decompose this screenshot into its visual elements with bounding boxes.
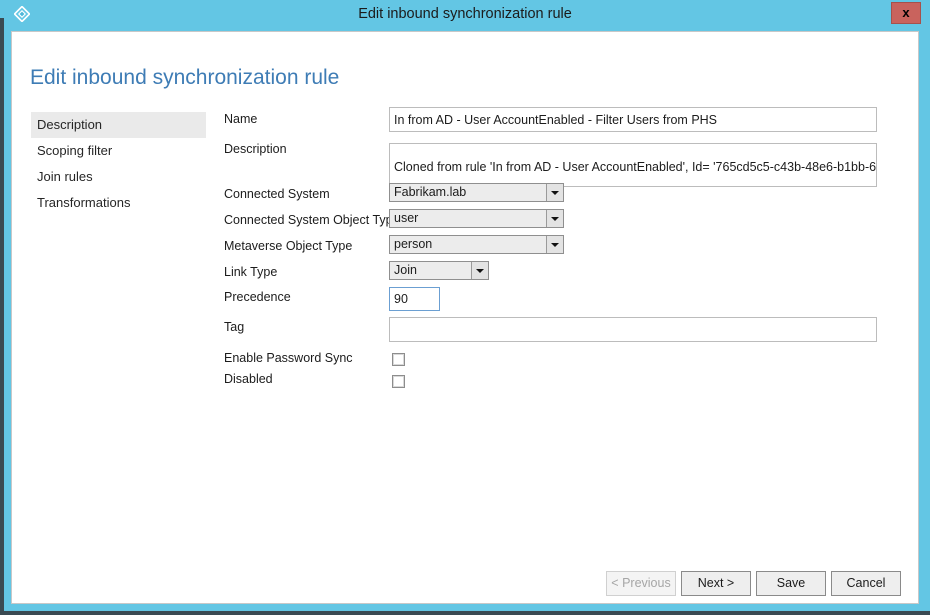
chevron-down-icon[interactable] [546, 236, 563, 253]
label-tag: Tag [224, 320, 245, 334]
save-button[interactable]: Save [756, 571, 826, 596]
precedence-input[interactable] [389, 287, 440, 311]
window-frame-left-edge [0, 18, 4, 615]
connected-system-object-type-dropdown[interactable]: user [389, 209, 564, 228]
dialog-content: Edit inbound synchronization rule Descri… [11, 31, 919, 604]
metaverse-object-type-dropdown[interactable]: person [389, 235, 564, 254]
label-connected-system-object-type: Connected System Object Type [224, 213, 400, 227]
link-type-dropdown[interactable]: Join [389, 261, 489, 280]
enable-password-sync-checkbox[interactable] [392, 353, 405, 366]
connected-system-dropdown[interactable]: Fabrikam.lab [389, 183, 564, 202]
label-disabled: Disabled [224, 372, 273, 386]
chevron-down-icon[interactable] [546, 210, 563, 227]
cancel-button[interactable]: Cancel [831, 571, 901, 596]
dialog-window: Edit inbound synchronization rule x Edit… [0, 0, 930, 615]
description-form: Name Description Connected System Fabrik… [12, 32, 918, 603]
label-name: Name [224, 112, 258, 126]
tag-input[interactable] [389, 317, 877, 342]
label-precedence: Precedence [224, 290, 291, 304]
metaverse-object-type-value: person [394, 237, 433, 251]
next-button[interactable]: Next > [681, 571, 751, 596]
disabled-checkbox[interactable] [392, 375, 405, 388]
connected-system-object-type-value: user [394, 211, 419, 225]
link-type-value: Join [394, 263, 417, 277]
label-metaverse-object-type: Metaverse Object Type [224, 239, 353, 253]
window-frame-bottom-edge [0, 611, 930, 615]
description-textarea[interactable] [389, 143, 877, 187]
connected-system-value: Fabrikam.lab [394, 185, 467, 199]
previous-button[interactable]: < Previous [606, 571, 676, 596]
label-connected-system: Connected System [224, 187, 330, 201]
chevron-down-icon[interactable] [546, 184, 563, 201]
label-link-type: Link Type [224, 265, 278, 279]
close-icon[interactable]: x [891, 2, 921, 24]
window-title: Edit inbound synchronization rule [358, 6, 572, 22]
titlebar[interactable]: Edit inbound synchronization rule x [0, 0, 930, 28]
label-enable-password-sync: Enable Password Sync [224, 351, 353, 365]
chevron-down-icon[interactable] [471, 262, 488, 279]
label-description: Description [224, 142, 287, 156]
name-input[interactable] [389, 107, 877, 132]
